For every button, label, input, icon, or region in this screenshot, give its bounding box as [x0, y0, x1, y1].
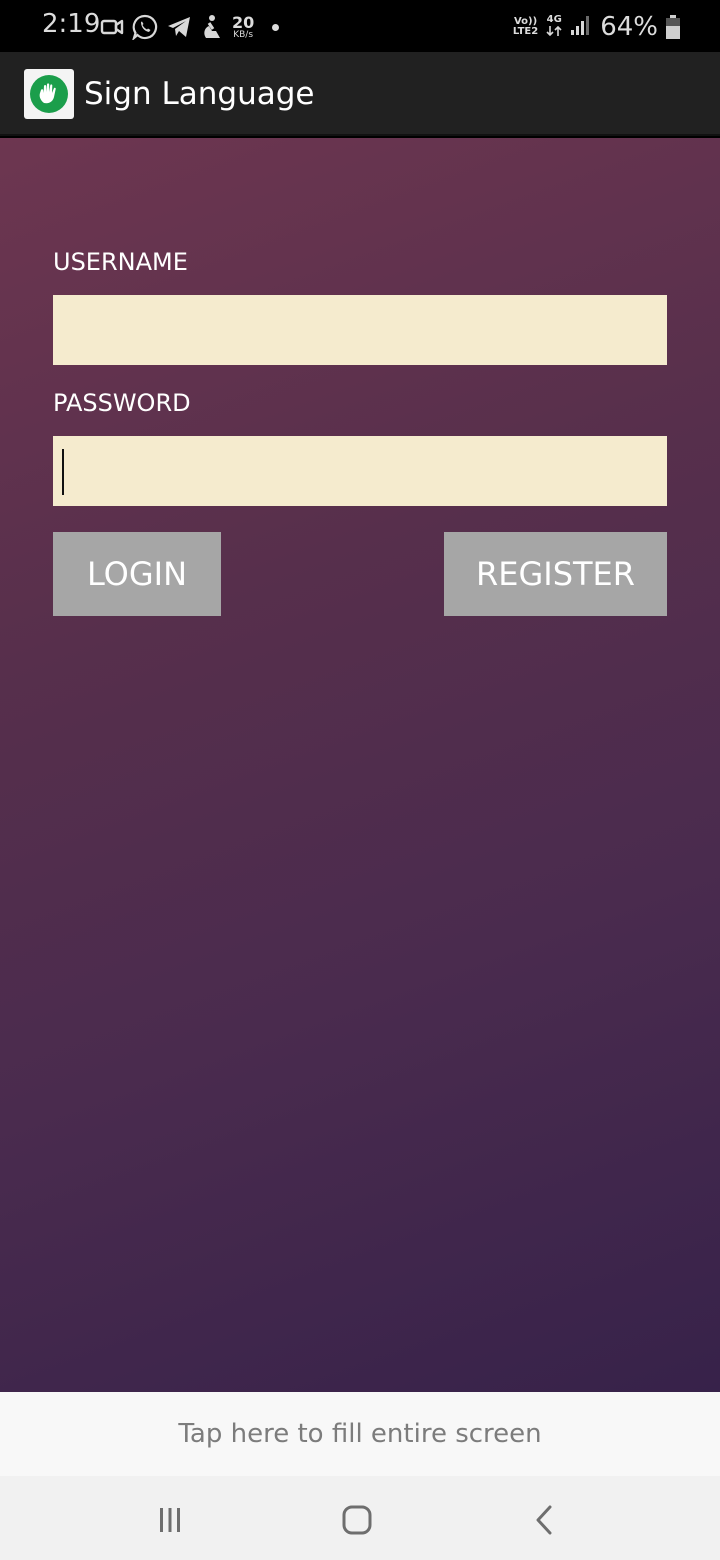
battery-icon: [666, 15, 680, 39]
volte-bottom: LTE2: [512, 26, 539, 37]
net-speed-value: 20: [232, 12, 255, 32]
signal-icon: [570, 14, 592, 40]
app-bar: Sign Language: [0, 52, 720, 136]
status-time: 2:19: [42, 9, 101, 39]
text-cursor: [62, 449, 64, 495]
recents-icon[interactable]: [150, 1500, 190, 1540]
back-icon[interactable]: [525, 1500, 565, 1540]
register-button[interactable]: REGISTER: [444, 532, 667, 616]
app-title: Sign Language: [84, 76, 315, 112]
battery-percent: 64%: [600, 12, 658, 42]
username-label: USERNAME: [53, 248, 188, 276]
video-call-icon: [100, 16, 124, 38]
telegram-icon: [166, 15, 192, 39]
network-type: 4G: [546, 14, 562, 40]
net-speed: 20 KB/s: [232, 12, 255, 40]
dot-icon: [272, 23, 280, 31]
fill-screen-text: Tap here to fill entire screen: [178, 1419, 542, 1449]
system-icons: Vo)) LTE2 4G 64%: [513, 10, 680, 44]
whatsapp-icon: [132, 14, 158, 40]
password-input[interactable]: [53, 436, 667, 506]
home-icon[interactable]: [337, 1500, 377, 1540]
password-label: PASSWORD: [53, 389, 191, 417]
navigation-bar: [0, 1476, 720, 1560]
hand-icon: [30, 75, 68, 113]
accessibility-icon: [200, 14, 224, 40]
notification-icons: 20 KB/s: [100, 12, 280, 42]
username-input[interactable]: [53, 295, 667, 365]
login-screen: USERNAME PASSWORD LOGIN REGISTER: [0, 138, 720, 1392]
data-arrows-icon: [546, 25, 562, 40]
login-button[interactable]: LOGIN: [53, 532, 221, 616]
app-logo: [24, 69, 74, 119]
net-speed-unit: KB/s: [233, 29, 254, 40]
fill-screen-banner[interactable]: Tap here to fill entire screen: [0, 1392, 720, 1476]
status-bar: 2:19 20 KB/s Vo)) LTE2 4G 64%: [0, 0, 720, 52]
volte-indicator: Vo)) LTE2: [512, 16, 539, 38]
network-type-label: 4G: [546, 14, 562, 25]
